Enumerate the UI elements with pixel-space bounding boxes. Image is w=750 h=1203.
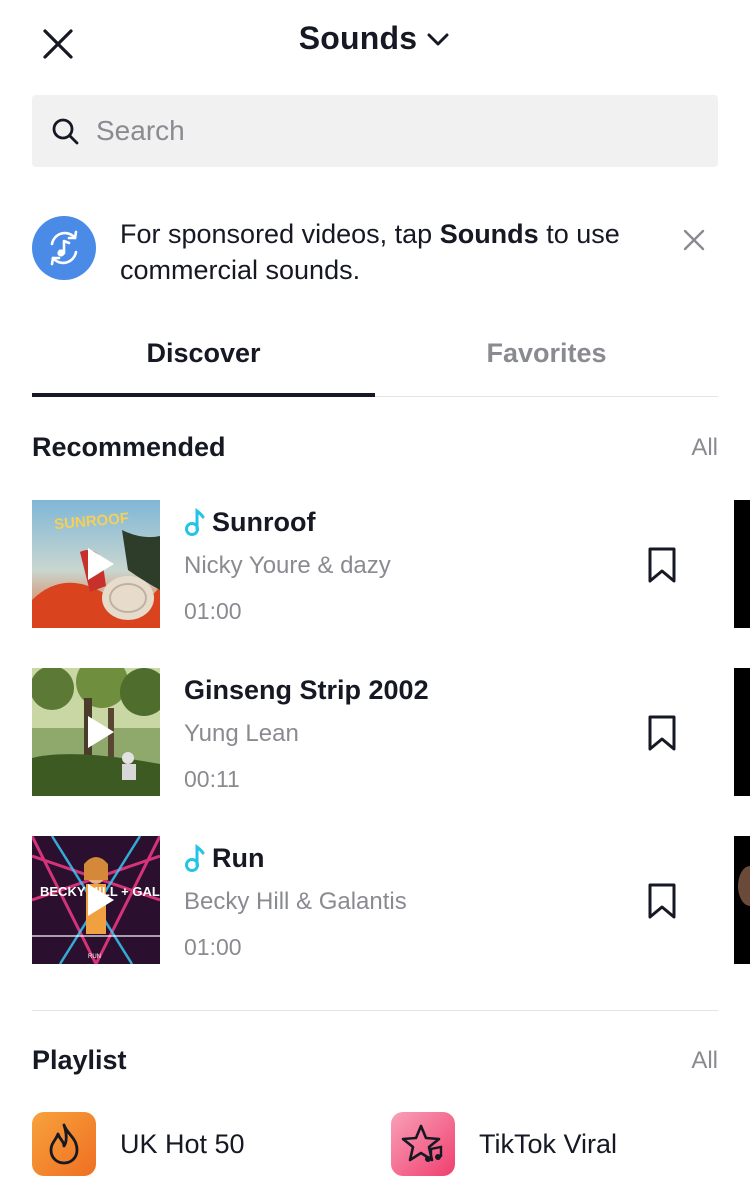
playlist-all-link[interactable]: All	[691, 1047, 718, 1075]
bookmark-icon[interactable]	[646, 882, 678, 920]
tab-favorites[interactable]: Favorites	[375, 322, 718, 396]
song-info: Sunroof Nicky Youre & dazy 01:00	[184, 500, 614, 634]
song-artist: Yung Lean	[184, 720, 299, 747]
tab-bar: Discover Favorites	[32, 322, 718, 397]
playlist-label: TikTok Viral	[479, 1128, 618, 1159]
song-info: Run Becky Hill & Galantis 01:00	[184, 836, 614, 970]
commercial-note-icon	[184, 843, 206, 873]
song-artist: Becky Hill & Galantis	[184, 888, 407, 915]
play-icon[interactable]	[78, 880, 118, 920]
album-art-ginseng-strip	[32, 668, 160, 796]
bookmark-icon[interactable]	[646, 546, 678, 584]
song-title-row: Ginseng Strip 2002	[184, 668, 614, 712]
banner-close-icon[interactable]	[678, 224, 710, 256]
album-art-sunroof: SUNROOF	[32, 500, 160, 628]
song-title: Sunroof	[212, 507, 316, 537]
album-art-subtext: RUN	[88, 954, 101, 960]
recommended-header: Recommended All	[32, 432, 718, 463]
song-title-row: Run	[184, 836, 614, 880]
play-icon[interactable]	[78, 712, 118, 752]
search-input[interactable]	[96, 115, 656, 147]
section-title-recommended: Recommended	[32, 432, 226, 462]
flame-icon	[32, 1112, 96, 1176]
search-bar[interactable]	[32, 95, 718, 167]
song-item[interactable]: BECKY HILL + GALANTIS RUN Run Becky Hill…	[32, 836, 718, 964]
bookmark-icon[interactable]	[646, 714, 678, 752]
playlist-item-uk-hot-50[interactable]: UK Hot 50	[32, 1112, 245, 1176]
banner-text-bold: Sounds	[439, 219, 539, 249]
next-page-peek	[734, 500, 750, 628]
playlist-item-tiktok-viral[interactable]: TikTok Viral	[391, 1112, 617, 1176]
song-artist: Nicky Youre & dazy	[184, 552, 391, 579]
commercial-note-icon	[184, 507, 206, 537]
chevron-down-icon	[425, 27, 451, 53]
commercial-sounds-banner: For sponsored videos, tap Sounds to use …	[32, 212, 718, 292]
banner-text-start: For sponsored videos, tap	[120, 219, 440, 249]
song-duration: 01:00	[184, 934, 242, 960]
play-icon[interactable]	[78, 544, 118, 584]
search-icon	[50, 116, 80, 146]
next-page-peek	[734, 668, 750, 796]
song-item[interactable]: Ginseng Strip 2002 Yung Lean 00:11	[32, 668, 718, 796]
playlist-header: Playlist All	[32, 1045, 718, 1076]
song-title-row: Sunroof	[184, 500, 614, 544]
next-page-peek	[734, 836, 750, 964]
song-item[interactable]: SUNROOF Sunroof Nicky Youre & dazy 01:00	[32, 500, 718, 628]
tab-discover[interactable]: Discover	[32, 322, 375, 397]
album-art-run: BECKY HILL + GALANTIS RUN	[32, 836, 160, 964]
banner-message: For sponsored videos, tap Sounds to use …	[120, 216, 640, 288]
song-title: Run	[212, 843, 265, 873]
commercial-music-icon	[32, 216, 96, 280]
song-info: Ginseng Strip 2002 Yung Lean 00:11	[184, 668, 614, 802]
page-title: Sounds	[298, 20, 418, 56]
section-title-playlist: Playlist	[32, 1045, 127, 1075]
header: Sounds	[0, 0, 750, 84]
section-divider	[32, 1010, 718, 1011]
song-duration: 00:11	[184, 766, 240, 792]
recommended-all-link[interactable]: All	[691, 434, 718, 462]
song-duration: 01:00	[184, 598, 242, 624]
title-dropdown[interactable]: Sounds	[0, 20, 750, 57]
star-music-icon	[391, 1112, 455, 1176]
playlist-label: UK Hot 50	[120, 1128, 245, 1159]
song-title: Ginseng Strip 2002	[184, 675, 429, 705]
